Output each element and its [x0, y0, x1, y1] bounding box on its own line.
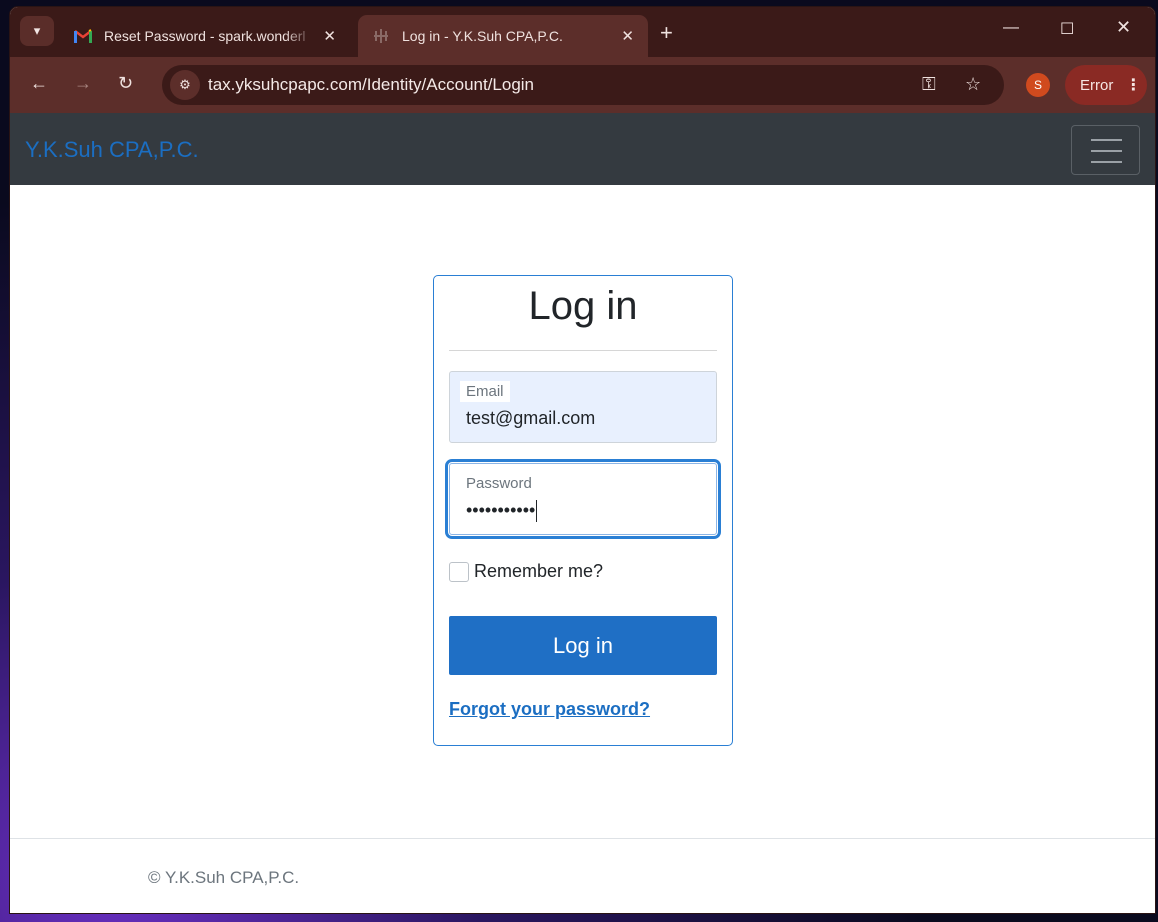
maximize-icon[interactable]: ☐ — [1060, 19, 1074, 39]
login-card: Log in Email test@gmail.com Password •••… — [433, 275, 733, 746]
back-arrow-icon[interactable]: ← — [30, 73, 48, 94]
divider — [449, 350, 717, 351]
new-tab-plus-icon[interactable]: + — [660, 20, 673, 46]
hamburger-icon — [1091, 139, 1122, 141]
minimize-icon[interactable]: — — [1003, 19, 1019, 37]
browser-toolbar: ← → ↻ ⚙ tax.yksuhcpapc.com/Identity/Acco… — [10, 57, 1155, 113]
remember-me-label: Remember me? — [474, 561, 604, 581]
window-close-icon[interactable]: ✕ — [1116, 17, 1131, 38]
email-input[interactable]: test@gmail.com — [466, 408, 595, 429]
gmail-icon — [74, 27, 92, 45]
password-field[interactable]: Password ••••••••••• — [445, 459, 721, 539]
url-text[interactable]: tax.yksuhcpapc.com/Identity/Account/Logi… — [208, 75, 534, 95]
forward-arrow-icon[interactable]: → — [74, 73, 92, 94]
key-icon[interactable]: ⚿ — [922, 74, 936, 95]
forgot-password-link[interactable]: Forgot your password? — [449, 699, 650, 720]
star-icon[interactable]: ☆ — [965, 74, 981, 95]
site-icon — [372, 27, 390, 45]
brand-link[interactable]: Y.K.Suh CPA,P.C. — [25, 137, 199, 163]
page-title: Log in — [528, 284, 638, 328]
tab-title: Reset Password - spark.wonderl — [104, 28, 306, 44]
footer-copyright: © Y.K.Suh CPA,P.C. — [148, 868, 300, 887]
login-button[interactable]: Log in — [449, 616, 717, 675]
navbar-toggler-button[interactable] — [1071, 125, 1140, 175]
email-label: Email — [460, 381, 510, 402]
close-icon[interactable]: ✕ — [621, 27, 634, 45]
password-input[interactable]: ••••••••••• — [466, 500, 538, 523]
remember-me-checkbox[interactable] — [449, 561, 469, 582]
browser-window: ▾ Reset Password - spark.wonderl ✕ Log i… — [10, 7, 1155, 913]
profile-avatar[interactable]: S — [1026, 73, 1050, 97]
text-caret — [536, 500, 538, 523]
password-label: Password — [466, 475, 532, 492]
tab-login[interactable]: Log in - Y.K.Suh CPA,P.C. ✕ — [358, 15, 648, 57]
tab-title: Log in - Y.K.Suh CPA,P.C. — [402, 28, 563, 44]
site-navbar: Y.K.Suh CPA,P.C. — [10, 113, 1155, 185]
footer: © Y.K.Suh CPA,P.C. — [10, 838, 1155, 913]
tab-strip: ▾ Reset Password - spark.wonderl ✕ Log i… — [10, 7, 1155, 57]
chevron-down-icon: ▾ — [33, 23, 41, 38]
address-bar[interactable]: ⚙ tax.yksuhcpapc.com/Identity/Account/Lo… — [162, 65, 1004, 105]
reload-icon[interactable]: ↻ — [118, 73, 133, 94]
menu-dots-icon: ⋮ — [1125, 77, 1142, 94]
tab-reset-password[interactable]: Reset Password - spark.wonderl ✕ — [60, 15, 350, 57]
error-label: Error — [1080, 76, 1114, 94]
remember-me[interactable]: Remember me? — [449, 561, 603, 582]
email-field[interactable]: Email test@gmail.com — [449, 371, 717, 443]
close-icon[interactable]: ✕ — [323, 27, 336, 45]
tab-search-button[interactable]: ▾ — [20, 16, 54, 46]
error-button[interactable]: Error ⋮ — [1065, 65, 1147, 105]
site-settings-icon[interactable]: ⚙ — [170, 70, 200, 100]
